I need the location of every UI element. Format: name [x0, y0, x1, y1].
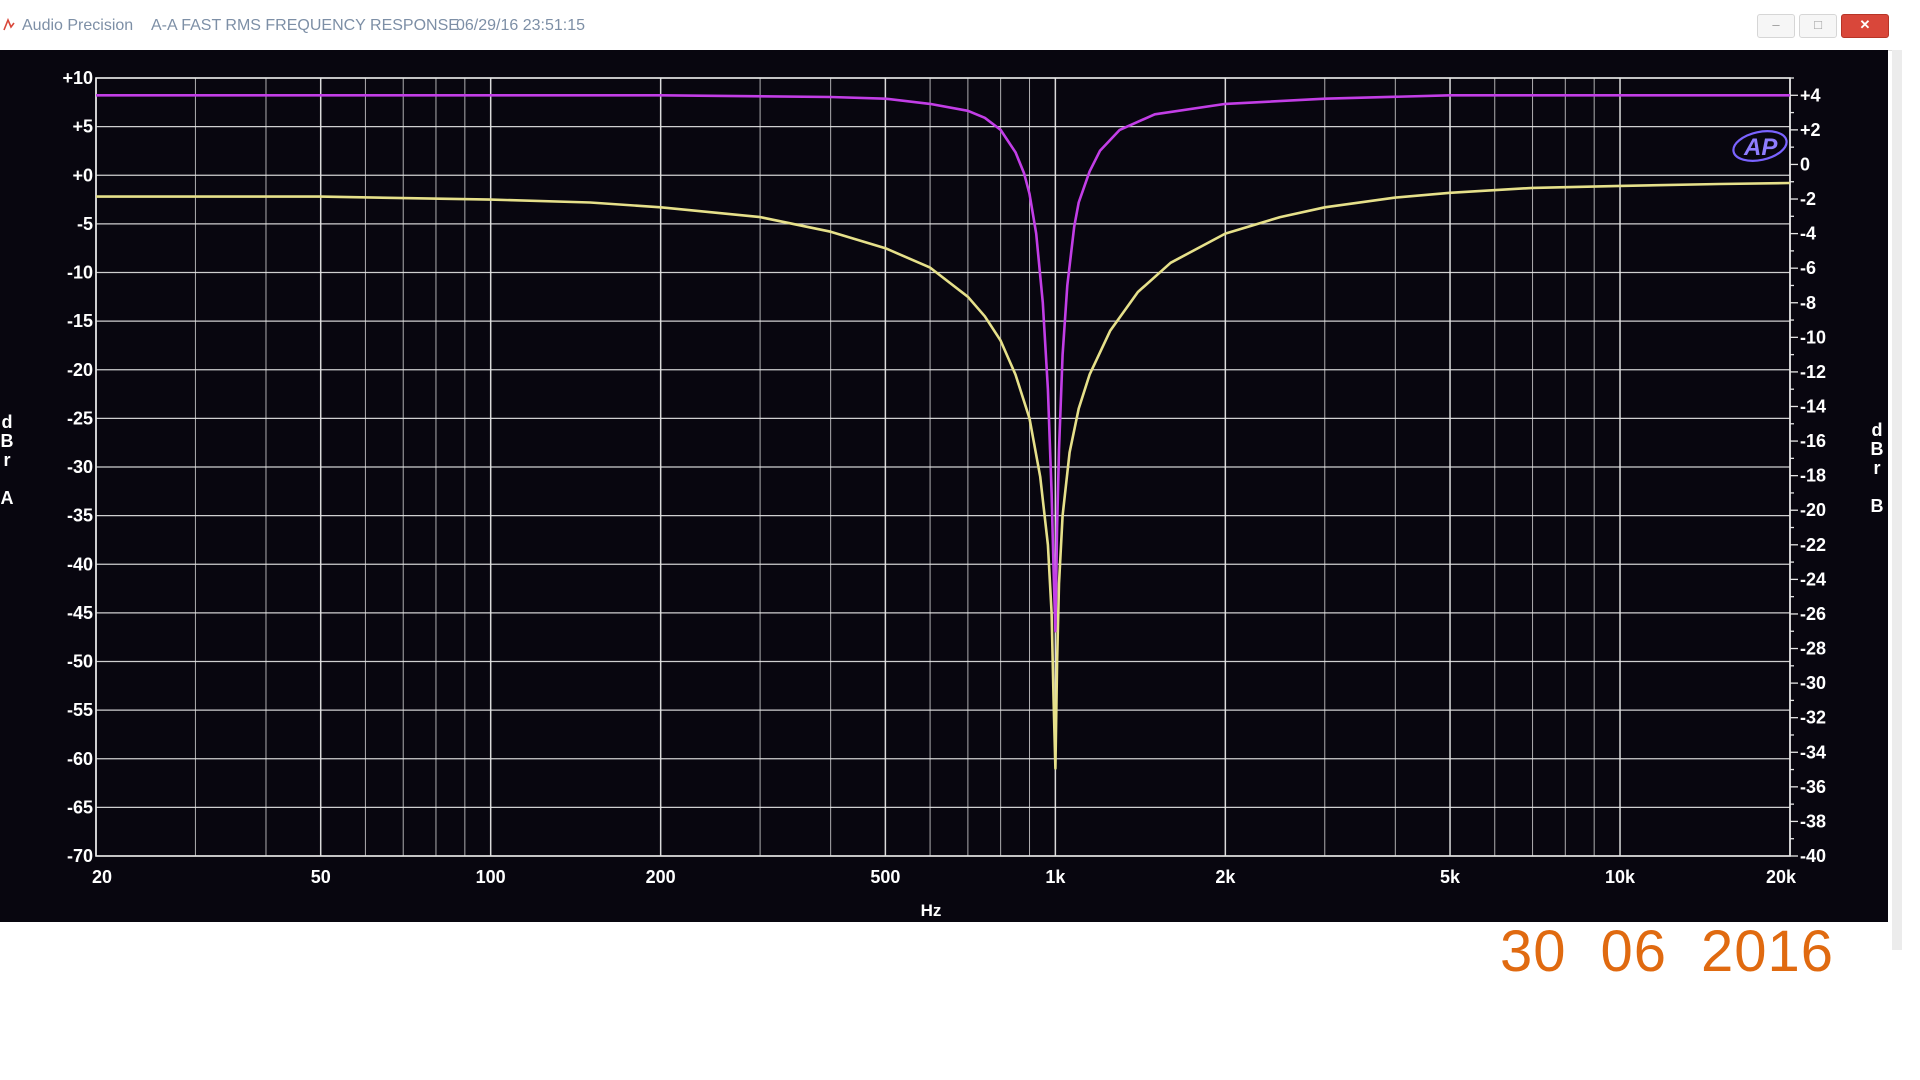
- y-right-axis-label-char: d: [1872, 420, 1883, 440]
- y-right-tick-label: -8: [1800, 293, 1816, 313]
- x-tick-label: 500: [870, 867, 900, 887]
- date-year: 2016: [1701, 919, 1835, 984]
- plot-background: [0, 50, 1888, 922]
- y-right-tick-label: -2: [1800, 189, 1816, 209]
- y-left-axis-label-char: B: [1, 431, 14, 451]
- y-left-axis-label-char: d: [2, 412, 13, 432]
- y-right-tick-label: +4: [1800, 85, 1821, 105]
- y-left-tick-label: -35: [67, 506, 93, 526]
- x-tick-label: 20: [92, 867, 112, 887]
- y-right-tick-label: -22: [1800, 535, 1826, 555]
- x-tick-label: 1k: [1045, 867, 1066, 887]
- close-icon: ✕: [1859, 17, 1871, 32]
- x-tick-label: 20k: [1766, 867, 1797, 887]
- y-left-tick-label: -25: [67, 408, 93, 428]
- y-right-tick-label: -34: [1800, 742, 1826, 762]
- minimize-icon: –: [1772, 17, 1780, 32]
- y-right-tick-label: -18: [1800, 466, 1826, 486]
- y-left-tick-label: -5: [77, 214, 93, 234]
- y-right-axis-label-char: B: [1871, 439, 1884, 459]
- date-month: 06: [1600, 919, 1668, 984]
- y-left-tick-label: -30: [67, 457, 93, 477]
- y-left-axis-label-char: r: [3, 450, 10, 470]
- y-right-tick-label: -14: [1800, 396, 1826, 416]
- y-right-tick-label: -16: [1800, 431, 1826, 451]
- x-tick-label: 200: [646, 867, 676, 887]
- y-left-tick-label: +5: [72, 117, 93, 137]
- y-left-tick-label: -45: [67, 603, 93, 623]
- y-right-tick-label: -4: [1800, 224, 1816, 244]
- y-left-tick-label: +0: [72, 165, 93, 185]
- title-bar: Audio Precision A-A FAST RMS FREQUENCY R…: [0, 0, 1900, 51]
- y-right-tick-label: -26: [1800, 604, 1826, 624]
- y-left-tick-label: -15: [67, 311, 93, 331]
- y-right-tick-label: -32: [1800, 708, 1826, 728]
- y-right-tick-label: -40: [1800, 846, 1826, 866]
- y-left-tick-label: -40: [67, 554, 93, 574]
- close-button[interactable]: ✕: [1841, 14, 1889, 38]
- audio-precision-icon: [3, 18, 15, 31]
- frequency-response-chart: 20 50 100 200 500 1k 2k 5k 10k 20k Hz +10 +5 +0 -5 -10 -…: [0, 50, 1888, 922]
- y-right-tick-label: -28: [1800, 639, 1826, 659]
- y-right-tick-label: -24: [1800, 569, 1826, 589]
- y-left-tick-label: -50: [67, 652, 93, 672]
- y-right-tick-label: +2: [1800, 120, 1821, 140]
- y-right-tick-label: -20: [1800, 500, 1826, 520]
- y-left-tick-label: -65: [67, 797, 93, 817]
- y-left-tick-label: -10: [67, 263, 93, 283]
- y-right-tick-label: -10: [1800, 327, 1826, 347]
- window-timestamp: 06/29/16 23:51:15: [456, 17, 586, 34]
- y-left-tick-label: -20: [67, 360, 93, 380]
- measurement-title: A-A FAST RMS FREQUENCY RESPONSE: [151, 17, 459, 34]
- y-left-tick-label: -70: [67, 846, 93, 866]
- photo-date-stamp: 30 06 2016: [1500, 918, 1834, 985]
- maximize-icon: □: [1814, 17, 1822, 32]
- y-left-tick-label: -55: [67, 700, 93, 720]
- x-axis-label: Hz: [921, 901, 942, 920]
- y-left-tick-label: -60: [67, 749, 93, 769]
- y-left-tick-label: +10: [62, 68, 93, 88]
- y-right-tick-label: -36: [1800, 777, 1826, 797]
- y-right-tick-label: 0: [1800, 154, 1810, 174]
- y-right-axis-label-char: r: [1873, 458, 1880, 478]
- y-right-tick-label: -38: [1800, 811, 1826, 831]
- ap-logo-text: AP: [1743, 134, 1778, 161]
- maximize-button[interactable]: □: [1799, 14, 1837, 38]
- x-tick-label: 2k: [1215, 867, 1236, 887]
- y-right-tick-label: -12: [1800, 362, 1826, 382]
- minimize-button[interactable]: –: [1757, 14, 1795, 38]
- y-left-axis-label-char: A: [1, 488, 14, 508]
- x-tick-label: 50: [311, 867, 331, 887]
- x-tick-label: 5k: [1440, 867, 1461, 887]
- x-tick-label: 10k: [1605, 867, 1636, 887]
- y-right-tick-label: -30: [1800, 673, 1826, 693]
- x-tick-label: 100: [476, 867, 506, 887]
- window-frame-right: [1892, 50, 1902, 950]
- app-name: Audio Precision: [22, 17, 134, 34]
- y-right-axis-label-char: B: [1871, 496, 1884, 516]
- y-right-tick-label: -6: [1800, 258, 1816, 278]
- date-day: 30: [1500, 919, 1567, 984]
